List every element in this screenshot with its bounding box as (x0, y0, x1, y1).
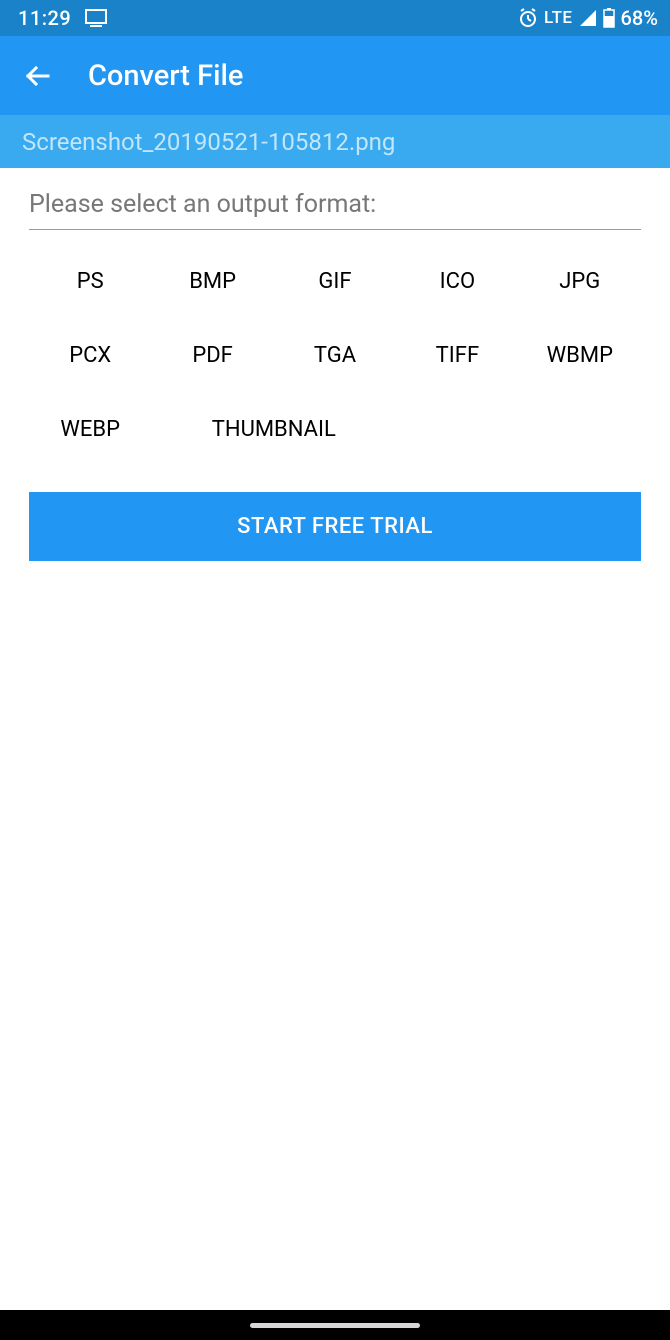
format-option-pcx[interactable]: PCX (29, 336, 151, 374)
status-time: 11:29 (18, 6, 71, 30)
prompt-text: Please select an output format: (29, 190, 376, 219)
format-option-tga[interactable]: TGA (274, 336, 396, 374)
app-bar: Convert File (0, 36, 670, 115)
alarm-icon (518, 8, 538, 28)
battery-icon (603, 8, 615, 28)
screen-cast-icon (85, 9, 107, 27)
filename-text: Screenshot_20190521-105812.png (22, 128, 395, 156)
format-option-tiff[interactable]: TIFF (396, 336, 518, 374)
format-option-ico[interactable]: ICO (396, 262, 518, 300)
format-option-thumbnail[interactable]: THUMBNAIL (151, 410, 396, 448)
prompt-row: Please select an output format: (29, 190, 641, 230)
signal-icon (579, 9, 597, 27)
format-option-pdf[interactable]: PDF (151, 336, 273, 374)
page-title: Convert File (88, 59, 243, 93)
battery-percent: 68% (621, 6, 658, 30)
format-grid: PS BMP GIF ICO JPG PCX PDF TGA TIFF WBMP… (29, 262, 641, 448)
status-bar: 11:29 LTE (0, 0, 670, 36)
format-option-webp[interactable]: WEBP (29, 410, 151, 448)
format-option-wbmp[interactable]: WBMP (519, 336, 641, 374)
network-type: LTE (544, 8, 573, 28)
system-nav-bar (0, 1310, 670, 1340)
home-indicator-icon[interactable] (250, 1323, 420, 1328)
back-icon[interactable] (24, 62, 52, 90)
start-free-trial-button[interactable]: START FREE TRIAL (29, 492, 641, 561)
format-option-gif[interactable]: GIF (274, 262, 396, 300)
format-option-bmp[interactable]: BMP (151, 262, 273, 300)
format-option-jpg[interactable]: JPG (519, 262, 641, 300)
format-option-ps[interactable]: PS (29, 262, 151, 300)
filename-strip: Screenshot_20190521-105812.png (0, 115, 670, 168)
